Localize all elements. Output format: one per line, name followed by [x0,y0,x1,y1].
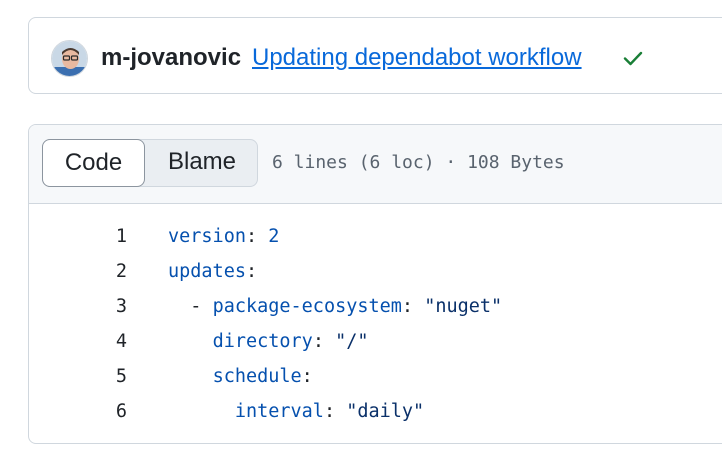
yaml-key: directory [212,331,313,352]
yaml-colon: : [245,226,258,247]
commit-message-link[interactable]: Updating dependabot workflow [252,43,582,73]
line-number[interactable]: 5 [29,359,127,394]
yaml-key: schedule [212,366,302,387]
list-dash: - [190,296,213,317]
code-view[interactable]: 1 version: 2 2 updates: 3 - package-ecosyste… [29,219,719,429]
line-number[interactable]: 4 [29,324,127,359]
yaml-key: version [168,226,246,247]
latest-commit-bar: m-jovanovic Updating dependabot workflow [28,17,722,94]
code-line: 4 directory: "/" [29,324,719,359]
author-avatar[interactable] [51,40,88,77]
line-content: interval: "daily" [168,394,424,429]
yaml-colon: : [323,401,336,422]
yaml-colon: : [312,331,324,352]
commit-author-name[interactable]: m-jovanovic [101,43,241,73]
line-content: updates: [168,254,257,289]
code-line: 5 schedule: [29,359,719,394]
code-line: 1 version: 2 [29,219,719,254]
yaml-key: interval [234,401,324,422]
yaml-value: "nuget" [413,296,503,317]
line-content: version: 2 [168,219,279,254]
code-line: 3 - package-ecosystem: "nuget" [29,289,719,324]
yaml-value: "daily" [335,401,425,422]
line-number[interactable]: 2 [29,254,127,289]
tab-blame[interactable]: Blame [147,139,257,187]
line-content: schedule: [168,359,313,394]
yaml-colon: : [301,366,313,387]
file-info: 6 lines (6 loc) · 108 Bytes [272,152,565,173]
line-number[interactable]: 1 [29,219,127,254]
yaml-colon: : [245,261,258,282]
view-mode-toggle: Code Blame [42,139,258,187]
yaml-colon: : [401,296,414,317]
tab-code[interactable]: Code [42,139,145,187]
check-icon[interactable] [621,46,645,70]
code-line: 2 updates: [29,254,719,289]
file-viewer: Code Blame 6 lines (6 loc) · 108 Bytes 1… [28,124,722,444]
code-line: 6 interval: "daily" [29,394,719,429]
line-content: directory: "/" [168,324,369,359]
yaml-value: "/" [323,331,369,352]
file-header: Code Blame 6 lines (6 loc) · 108 Bytes [29,125,722,204]
yaml-value: 2 [257,226,280,247]
yaml-key: updates [168,261,246,282]
line-number[interactable]: 6 [29,394,127,429]
line-content: - package-ecosystem: "nuget" [168,289,502,324]
line-number[interactable]: 3 [29,289,127,324]
yaml-key: package-ecosystem [212,296,402,317]
